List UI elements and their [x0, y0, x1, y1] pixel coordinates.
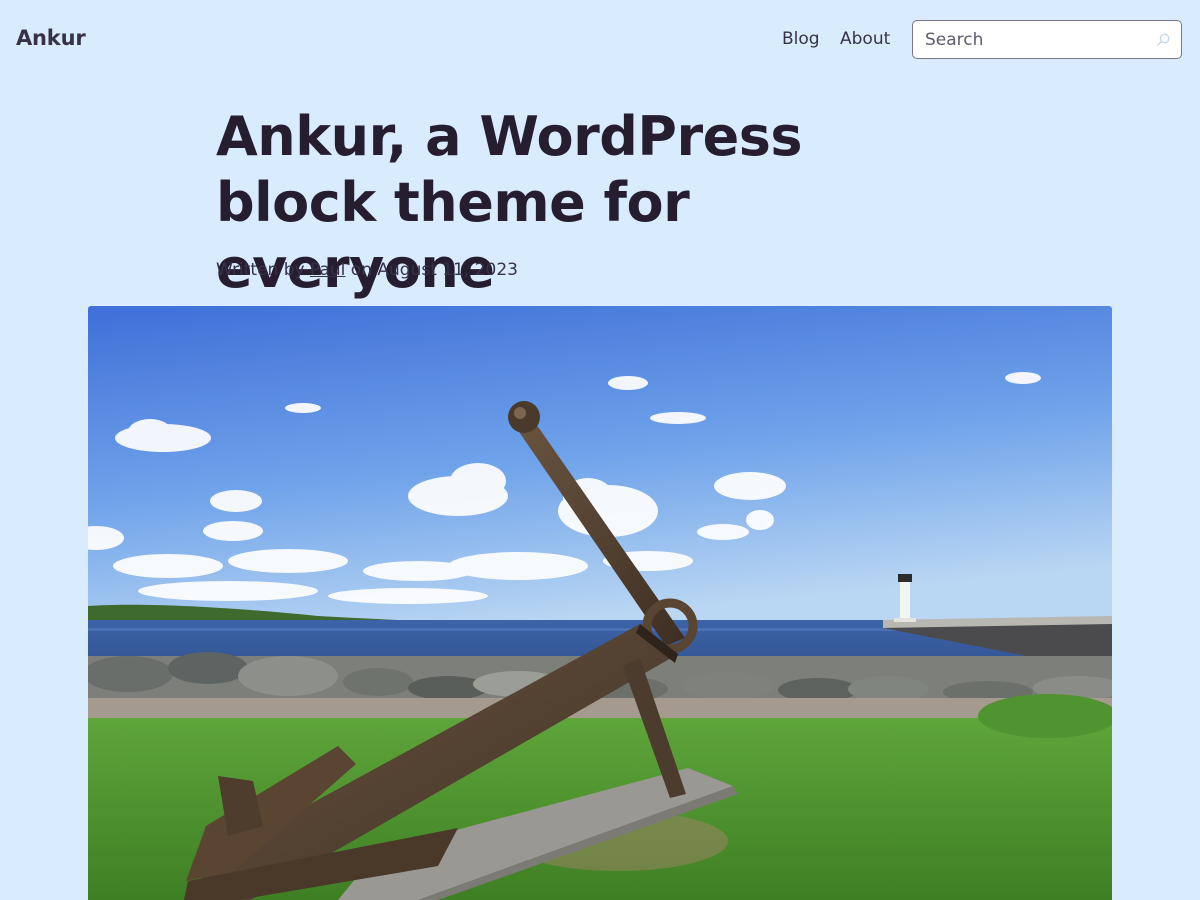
search-form [912, 20, 1182, 59]
nav-item-blog[interactable]: Blog [782, 29, 820, 49]
featured-image [88, 306, 1112, 900]
lighthouse [900, 579, 910, 620]
search-input[interactable] [914, 22, 1155, 57]
post-date: August 11, 2023 [377, 260, 518, 280]
anchor-lakeside-photo [88, 306, 1112, 900]
post-byline: Written by Paul on August 11, 2023 [216, 260, 518, 280]
byline-middle: on [350, 260, 372, 280]
site-header: Ankur Blog About [0, 0, 1200, 82]
site-title[interactable]: Ankur [16, 26, 86, 50]
search-icon[interactable] [1155, 31, 1172, 48]
byline-prefix: Written by [216, 260, 305, 280]
nav-item-about[interactable]: About [840, 29, 890, 49]
author-link[interactable]: Paul [310, 260, 345, 280]
